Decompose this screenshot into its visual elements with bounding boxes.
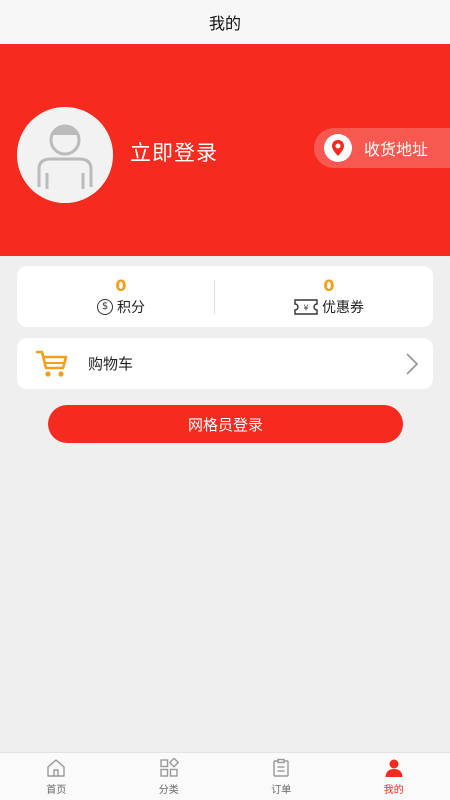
shipping-address-button[interactable]: 收货地址 xyxy=(314,128,450,168)
coupons-label: 优惠券 xyxy=(322,299,364,316)
stats-card: 0 $ 积分 0 ¥ 优惠券 xyxy=(17,266,433,327)
order-icon xyxy=(273,758,289,777)
tab-mine[interactable]: 我的 xyxy=(338,753,450,800)
login-link[interactable]: 立即登录 xyxy=(130,137,218,167)
points-value: 0 xyxy=(115,275,127,295)
chevron-right-icon xyxy=(406,353,419,375)
bottom-tab-bar: 首页 分类 订单 我的 xyxy=(0,752,450,800)
location-pin-icon xyxy=(324,134,352,162)
default-avatar-icon xyxy=(17,107,113,203)
points-stat[interactable]: 0 $ 积分 xyxy=(17,266,225,327)
stats-divider xyxy=(214,280,215,314)
tab-orders-label: 订单 xyxy=(271,784,292,796)
avatar[interactable] xyxy=(17,107,113,203)
shopping-cart-row[interactable]: 购物车 xyxy=(17,338,433,389)
yen-ticket-icon: ¥ xyxy=(294,298,318,315)
tab-category-label: 分类 xyxy=(158,784,179,796)
tab-category[interactable]: 分类 xyxy=(113,753,226,800)
shopping-cart-label: 购物车 xyxy=(88,355,134,373)
tab-orders[interactable]: 订单 xyxy=(225,753,338,800)
category-icon xyxy=(160,757,179,777)
page-title: 我的 xyxy=(208,14,241,33)
coupons-stat[interactable]: 0 ¥ 优惠券 xyxy=(225,266,433,327)
points-label: 积分 xyxy=(117,299,145,316)
user-icon xyxy=(385,759,403,777)
grid-staff-login-button[interactable]: 网格员登录 xyxy=(48,405,403,443)
tab-mine-label: 我的 xyxy=(383,784,404,796)
tab-home[interactable]: 首页 xyxy=(0,753,113,800)
shipping-address-label: 收货地址 xyxy=(364,140,429,159)
coupons-value: 0 xyxy=(323,275,335,295)
top-title-bar: 我的 xyxy=(0,0,450,44)
home-icon xyxy=(47,758,65,777)
svg-text:¥: ¥ xyxy=(303,303,308,312)
tab-home-label: 首页 xyxy=(46,784,67,796)
profile-header: 立即登录 收货地址 xyxy=(0,44,450,256)
dollar-coin-icon: $ xyxy=(97,298,113,315)
shopping-cart-icon xyxy=(35,350,68,377)
